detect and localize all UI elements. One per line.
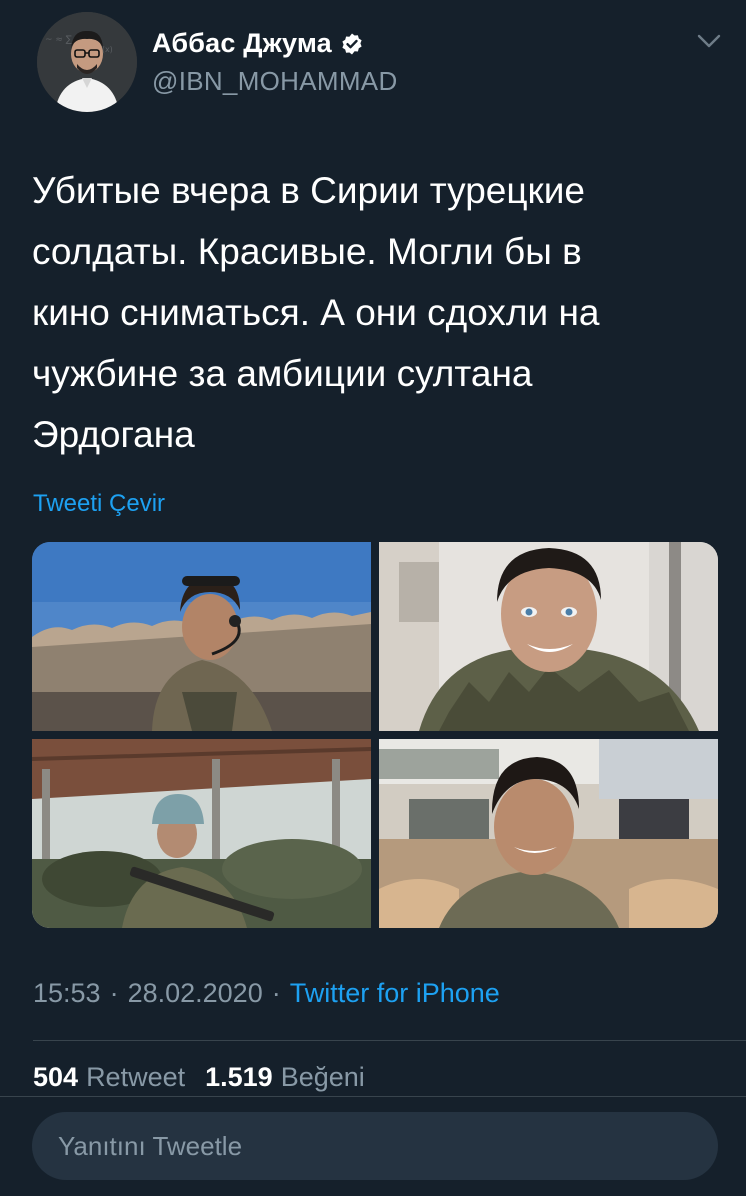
meta-separator: · xyxy=(271,978,281,1008)
author-display-name[interactable]: Аббас Джума xyxy=(152,28,332,59)
tweet-text: Убитые вчера в Сирии турецкие солдаты. К… xyxy=(32,170,600,455)
likes-stat[interactable]: 1.519 Beğeni xyxy=(205,1062,365,1093)
tweet-meta: 15:53 · 28.02.2020 · Twitter for iPhone xyxy=(33,978,500,1009)
reply-placeholder: Yanıtını Tweetle xyxy=(58,1130,243,1161)
media-photo-1[interactable] xyxy=(32,542,371,731)
tweet-date: 28.02.2020 xyxy=(127,978,263,1008)
retweet-label: Retweet xyxy=(86,1062,186,1092)
author-name-row[interactable]: Аббас Джума xyxy=(152,28,364,59)
divider xyxy=(33,1040,746,1041)
meta-separator: · xyxy=(109,978,119,1008)
reply-input[interactable]: Yanıtını Tweetle xyxy=(32,1112,718,1180)
retweet-count: 504 xyxy=(33,1062,79,1092)
like-count: 1.519 xyxy=(205,1062,273,1092)
author-handle[interactable]: @IBN_MOHAMMAD xyxy=(152,66,398,97)
like-label: Beğeni xyxy=(280,1062,365,1092)
translate-tweet-link[interactable]: Tweeti Çevir xyxy=(33,490,165,518)
svg-text:~ ≈ ∑: ~ ≈ ∑ xyxy=(45,35,72,45)
media-grid xyxy=(32,542,718,928)
verified-badge-icon xyxy=(340,32,364,56)
divider xyxy=(0,1096,746,1097)
media-photo-4[interactable] xyxy=(379,739,718,928)
tweet-stats: 504 Retweet 1.519 Beğeni xyxy=(33,1062,365,1093)
chevron-down-icon[interactable] xyxy=(695,30,723,52)
tweet-detail-view: ~ ≈ ∑ f(x) Аббас Джума @IBN_MOHAMMAD Уби… xyxy=(0,0,746,1196)
tweet-source-link[interactable]: Twitter for iPhone xyxy=(290,978,500,1009)
author-avatar[interactable]: ~ ≈ ∑ f(x) xyxy=(37,12,137,112)
media-photo-2[interactable] xyxy=(379,542,718,731)
media-photo-3[interactable] xyxy=(32,739,371,928)
retweets-stat[interactable]: 504 Retweet xyxy=(33,1062,185,1093)
tweet-time: 15:53 xyxy=(33,978,101,1008)
